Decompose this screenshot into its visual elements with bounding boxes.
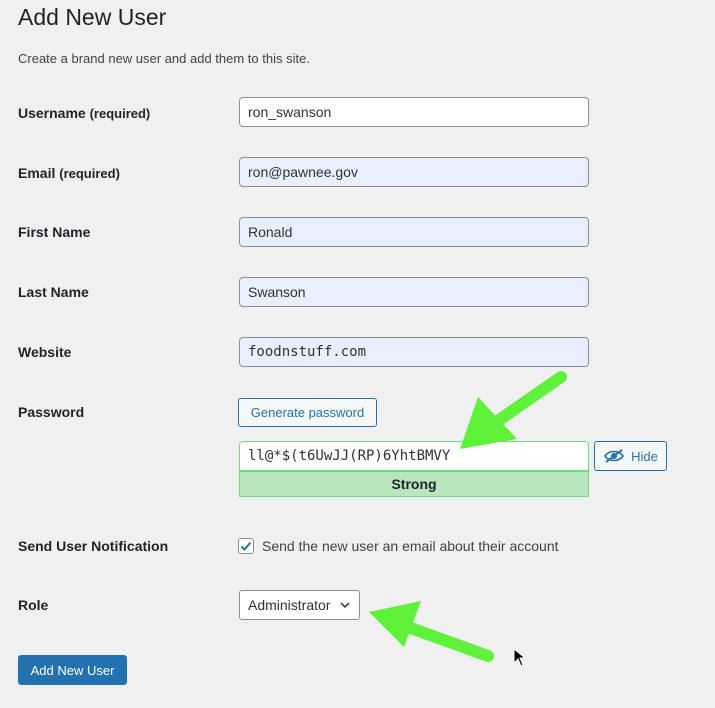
arrow-annotation: [369, 601, 494, 662]
mouse-cursor-icon: [513, 647, 527, 667]
annotation-arrows: [369, 371, 567, 667]
arrow-annotation: [460, 371, 567, 449]
